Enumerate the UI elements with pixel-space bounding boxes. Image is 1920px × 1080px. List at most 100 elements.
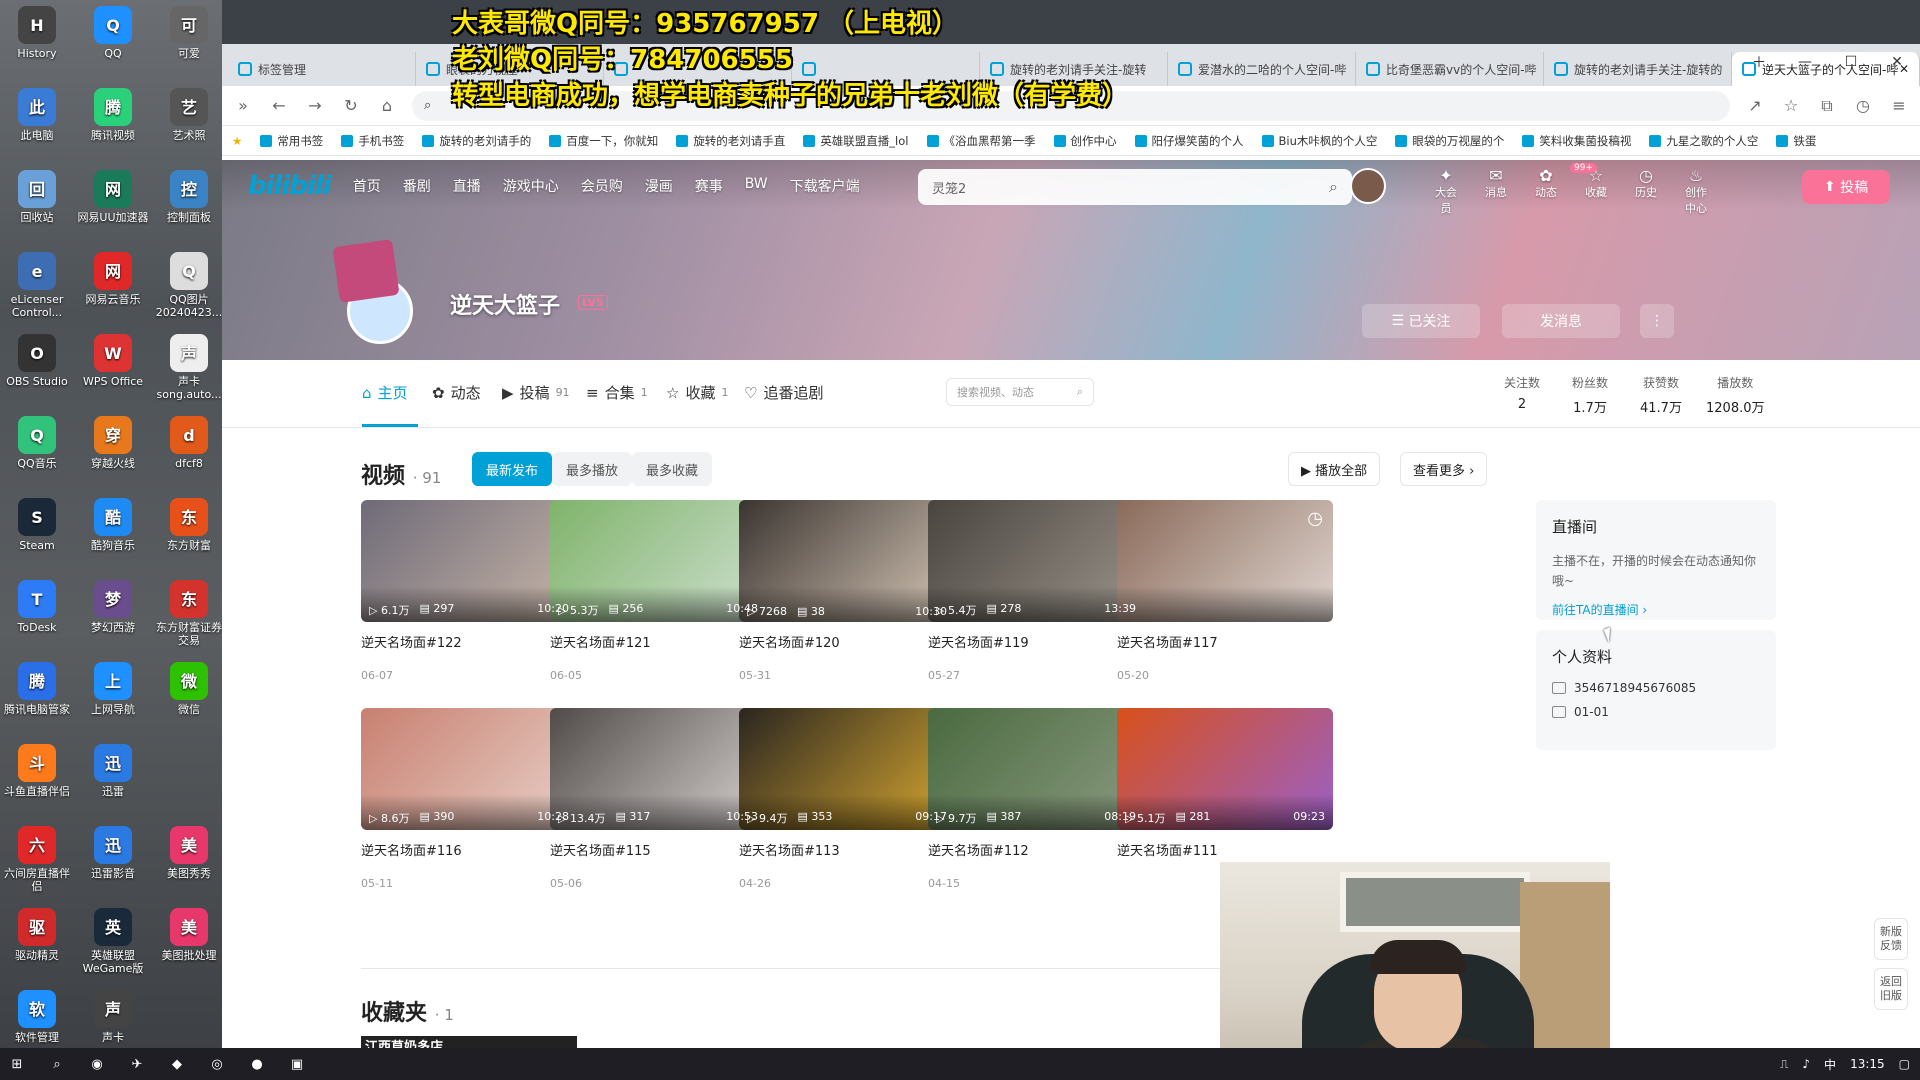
- video-title[interactable]: 逆天名场面#112: [928, 840, 1144, 859]
- video-thumbnail[interactable]: ▷ 5.1万 ▤ 281 09:23: [1117, 708, 1333, 830]
- video-thumbnail[interactable]: ▷ 8.6万 ▤ 390 10:28: [361, 708, 577, 830]
- desktop-icon[interactable]: 腾腾讯电脑管家: [0, 658, 74, 716]
- right-nav-item[interactable]: ☆ 收藏: [1580, 166, 1612, 216]
- desktop-icon[interactable]: 声声卡song.auto...: [152, 330, 226, 401]
- bookmark-item[interactable]: 常用书签: [260, 133, 323, 149]
- message-button[interactable]: 发消息: [1502, 304, 1620, 338]
- video-card[interactable]: ▷ 8.6万 ▤ 390 10:28 逆天名场面#116 05-11: [361, 708, 577, 890]
- video-card[interactable]: ▷ 5.1万 ▤ 281 09:23 逆天名场面#111: [1117, 708, 1333, 877]
- video-title[interactable]: 逆天名场面#111: [1117, 840, 1333, 859]
- nav-item[interactable]: 番剧: [403, 176, 431, 196]
- bookmark-item[interactable]: 《浴血黑帮第一季: [926, 133, 1036, 149]
- stat-item[interactable]: 获赞数 41.7万: [1640, 374, 1682, 416]
- video-card[interactable]: ▷ 5.3万 ▤ 256 10:48 逆天名场面#121 06-05: [550, 500, 766, 682]
- filter-latest[interactable]: 最新发布: [472, 452, 553, 486]
- watch-later-icon[interactable]: ◷: [1307, 508, 1323, 529]
- browser-tab[interactable]: 旋转的老刘请手关注-旋转的: [1544, 52, 1732, 86]
- desktop-icon[interactable]: 美美图秀秀: [152, 822, 226, 880]
- video-card[interactable]: ◷ 逆天名场面#117 05-20: [1117, 500, 1333, 682]
- bookmark-item[interactable]: 旋转的老刘请手直: [676, 133, 785, 149]
- video-title[interactable]: 逆天名场面#115: [550, 840, 766, 859]
- desktop-icon[interactable]: 控控制面板: [152, 166, 226, 224]
- profile-avatar[interactable]: [347, 278, 413, 344]
- desktop-icon[interactable]: 酷酷狗音乐: [76, 494, 150, 552]
- stat-item[interactable]: 播放数 1208.0万: [1706, 374, 1765, 416]
- browser2-taskbar-icon[interactable]: ◎: [208, 1055, 226, 1073]
- notification-icon[interactable]: ▢: [1899, 1057, 1910, 1071]
- browser-taskbar-icon[interactable]: ◉: [88, 1055, 106, 1073]
- desktop-icon[interactable]: 美美图批处理: [152, 904, 226, 962]
- see-more-button[interactable]: 查看更多 ›: [1400, 452, 1488, 486]
- bookmark-item[interactable]: 创作中心: [1053, 133, 1117, 149]
- desktop-icon[interactable]: 穿穿越火线: [76, 412, 150, 470]
- nav-item[interactable]: 游戏中心: [503, 176, 559, 196]
- desktop-icon[interactable]: Q QQ: [76, 2, 150, 60]
- video-thumbnail[interactable]: ▷ 6.1万 ▤ 297 10:20: [361, 500, 577, 622]
- bookmark-item[interactable]: 笑料收集菌投稿视: [1522, 133, 1631, 149]
- video-thumbnail[interactable]: ◷: [1117, 500, 1333, 622]
- video-card[interactable]: ▷ 6.1万 ▤ 297 10:20 逆天名场面#122 06-07: [361, 500, 577, 682]
- nav-item[interactable]: 下载客户端: [790, 176, 860, 196]
- video-thumbnail[interactable]: ▷ 9.4万 ▤ 353 09:17: [739, 708, 955, 830]
- upload-button[interactable]: ⬆ 投稿: [1802, 170, 1890, 204]
- profile-tab[interactable]: ♡ 追番追剧: [744, 382, 823, 403]
- clock[interactable]: 13:15: [1850, 1057, 1885, 1071]
- network-icon[interactable]: ⎍: [1780, 1057, 1788, 1072]
- ime-indicator[interactable]: 中: [1824, 1056, 1836, 1073]
- nav-item[interactable]: 直播: [453, 176, 481, 196]
- windows-start-icon[interactable]: ⊞: [8, 1055, 26, 1073]
- live-room-link[interactable]: 前往TA的直播间 ›: [1552, 601, 1760, 618]
- desktop-icon[interactable]: 上上网导航: [76, 658, 150, 716]
- desktop-icon[interactable]: Q QQ图片20240423...: [152, 248, 226, 319]
- video-title[interactable]: 逆天名场面#121: [550, 632, 766, 651]
- bookmark-item[interactable]: 九星之歌的个人空: [1649, 133, 1758, 149]
- bookmark-item[interactable]: 英雄联盟直播_lol: [803, 133, 909, 149]
- video-thumbnail[interactable]: ▷ 5.4万 ▤ 278 13:39: [928, 500, 1144, 622]
- share-icon[interactable]: ↗: [1744, 96, 1766, 115]
- nav-item[interactable]: 漫画: [645, 176, 673, 196]
- bookmark-item[interactable]: 手机书签: [341, 133, 404, 149]
- filter-most-played[interactable]: 最多播放: [552, 452, 633, 486]
- volume-icon[interactable]: ♪: [1802, 1057, 1810, 1071]
- desktop-icon[interactable]: W WPS Office: [76, 330, 150, 388]
- home-icon[interactable]: ⌂: [376, 96, 398, 115]
- desktop-icon[interactable]: 梦梦幻西游: [76, 576, 150, 634]
- stat-item[interactable]: 关注数 2: [1504, 374, 1540, 412]
- desktop-icon[interactable]: 驱驱动精灵: [0, 904, 74, 962]
- desktop-icon[interactable]: 迅迅雷影音: [76, 822, 150, 880]
- video-card[interactable]: ▷ 13.4万 ▤ 317 10:53 逆天名场面#115 05-06: [550, 708, 766, 890]
- menu-icon[interactable]: ≡: [1888, 96, 1910, 115]
- new-tab-button[interactable]: ＋: [1736, 44, 1782, 80]
- video-thumbnail[interactable]: ▷ 13.4万 ▤ 317 10:53: [550, 708, 766, 830]
- right-nav-item[interactable]: ✦ 大会员: [1430, 166, 1462, 216]
- close-window-icon[interactable]: ✕: [1874, 44, 1920, 80]
- desktop-icon[interactable]: S Steam: [0, 494, 74, 552]
- old-version-button[interactable]: 返回旧版: [1874, 968, 1908, 1010]
- star-icon[interactable]: ☆: [1780, 96, 1802, 115]
- extensions-icon[interactable]: ⧉: [1816, 96, 1838, 116]
- maximize-icon[interactable]: ☐: [1828, 44, 1874, 80]
- bilibili-logo[interactable]: bilibili: [248, 171, 332, 201]
- right-nav-item[interactable]: ✉ 消息: [1480, 166, 1512, 216]
- browser-tab[interactable]: 爱潜水的二哈的个人空间-哔: [1168, 52, 1356, 86]
- right-nav-item[interactable]: ◷ 历史: [1630, 166, 1662, 216]
- video-title[interactable]: 逆天名场面#113: [739, 840, 955, 859]
- video-card[interactable]: ▷ 7268 ▤ 38 10:30 逆天名场面#120 05-31: [739, 500, 955, 682]
- desktop-icon[interactable]: 网网易云音乐: [76, 248, 150, 306]
- video-thumbnail[interactable]: ▷ 9.7万 ▤ 387 08:19: [928, 708, 1144, 830]
- video-title[interactable]: 逆天名场面#116: [361, 840, 577, 859]
- desktop-icon[interactable]: 东东方财富证券交易: [152, 576, 226, 647]
- desktop-icon[interactable]: 可可爱: [152, 2, 226, 60]
- desktop-icon[interactable]: H History: [0, 2, 74, 60]
- stat-item[interactable]: 粉丝数 1.7万: [1572, 374, 1608, 416]
- desktop-icon[interactable]: 迅迅雷: [76, 740, 150, 798]
- nav-item[interactable]: 赛事: [695, 176, 723, 196]
- profile-tab[interactable]: ⌂ 主页: [362, 382, 408, 403]
- bookmark-item[interactable]: 阳仔爆笑菌的个人: [1134, 133, 1244, 149]
- more-options-button[interactable]: ⋮: [1640, 304, 1674, 338]
- search-icon[interactable]: ⌕: [1329, 177, 1338, 197]
- video-card[interactable]: ▷ 9.4万 ▤ 353 09:17 逆天名场面#113 04-26: [739, 708, 955, 890]
- video-card[interactable]: ▷ 9.7万 ▤ 387 08:19 逆天名场面#112 04-15: [928, 708, 1144, 890]
- follow-button[interactable]: ☰ 已关注: [1362, 304, 1480, 338]
- back-icon[interactable]: ←: [268, 96, 290, 115]
